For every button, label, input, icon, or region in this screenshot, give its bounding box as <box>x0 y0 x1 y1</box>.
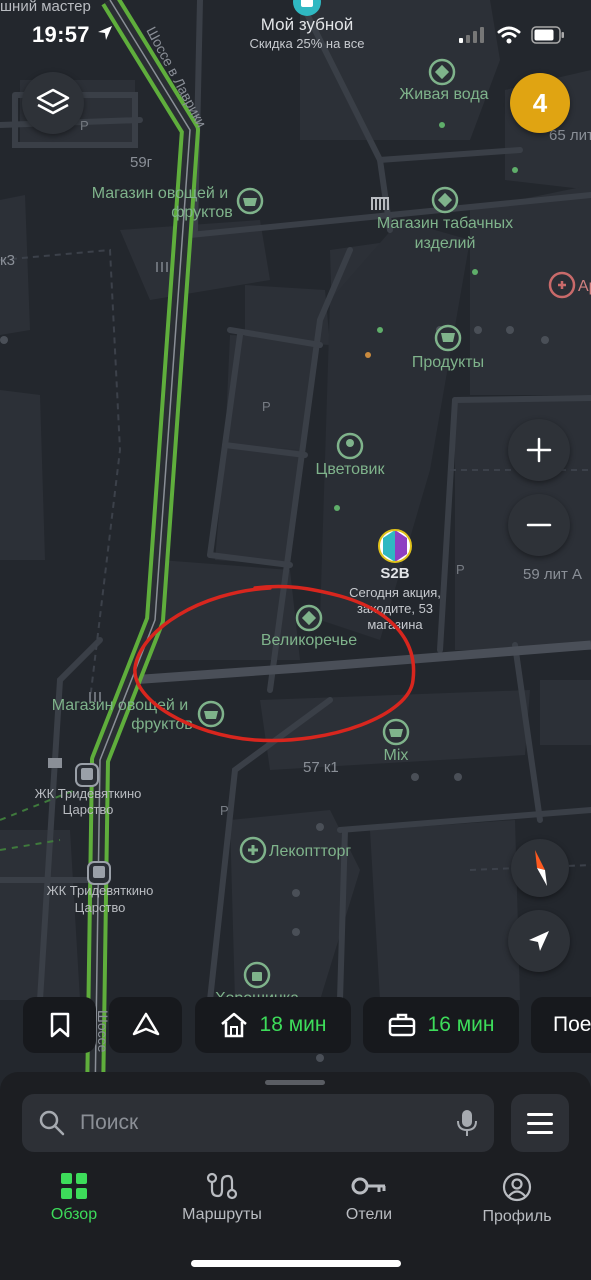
parking-label: P <box>456 562 465 577</box>
tab-profile[interactable]: Профиль <box>457 1172 577 1226</box>
key-icon <box>351 1177 386 1195</box>
basket-icon <box>204 711 218 719</box>
svg-text:фруктов: фруктов <box>131 716 193 733</box>
building-label-k3: к3 <box>0 252 15 269</box>
home-icon <box>220 1012 247 1038</box>
work-route-time: 16 мин <box>427 1013 495 1036</box>
navigation-arrow-icon <box>529 931 549 951</box>
my-location-button[interactable] <box>508 910 570 972</box>
search-field[interactable]: Поиск <box>22 1094 494 1152</box>
tab-overview-label: Обзор <box>50 1206 98 1223</box>
search-placeholder: Поиск <box>80 1111 139 1134</box>
tab-overview[interactable]: Обзор <box>14 1172 134 1224</box>
railway-crossing-icon <box>48 758 62 768</box>
minus-icon <box>526 523 552 527</box>
svg-text:S2B: S2B <box>380 565 409 582</box>
flower-icon <box>346 439 354 447</box>
svg-text:Живая вода: Живая вода <box>399 86 488 103</box>
briefcase-icon <box>388 1013 415 1037</box>
building-label-59g: 59г <box>130 154 153 171</box>
building-label-59a: 59 лит А <box>523 566 582 583</box>
more-chip[interactable]: Пое <box>531 997 591 1053</box>
building-label-57k1: 57 к1 <box>303 759 339 776</box>
parking-label: P <box>220 803 229 818</box>
more-chip-label: Пое <box>553 1013 591 1036</box>
svg-text:Царство: Царство <box>63 802 114 817</box>
home-route-chip[interactable]: 18 мин <box>195 997 351 1053</box>
bookmark-icon <box>50 1012 69 1038</box>
svg-text:Mix: Mix <box>384 747 409 764</box>
tab-hotels[interactable]: Отели <box>309 1172 429 1224</box>
home-indicator <box>191 1260 401 1267</box>
cellular-signal-icon <box>459 27 484 43</box>
zoom-out-button[interactable] <box>508 494 570 556</box>
zoom-in-button[interactable] <box>508 419 570 481</box>
building-label-65: 65 лит <box>549 127 591 144</box>
svg-text:ЖК Тридевяткино: ЖК Тридевяткино <box>35 786 142 801</box>
status-time: 19:57 <box>32 22 90 47</box>
tab-hotels-label: Отели <box>345 1206 393 1223</box>
layers-button[interactable] <box>22 72 84 134</box>
svg-text:Лекоптторг: Лекоптторг <box>269 843 351 860</box>
svg-text:Продукты: Продукты <box>412 354 484 371</box>
compass-button[interactable] <box>511 839 569 897</box>
svg-text:Царство: Царство <box>75 900 126 915</box>
notifications-badge-button[interactable]: 4 <box>510 73 570 133</box>
navigator-chip[interactable] <box>109 997 182 1053</box>
svg-text:Сегодня акция,: Сегодня акция, <box>349 585 441 600</box>
bus-icon <box>81 768 93 780</box>
bus-icon <box>93 866 105 878</box>
sheet-grabber[interactable] <box>265 1080 325 1085</box>
parking-label: P <box>80 118 89 133</box>
search-icon <box>39 1110 65 1136</box>
bottom-tab-bar: Обзор Маршруты Отели Профиль <box>0 1172 591 1232</box>
hamburger-icon <box>527 1112 553 1116</box>
basket-icon <box>389 729 403 737</box>
svg-text:Великоречье: Великоречье <box>261 632 357 649</box>
routes-icon <box>206 1172 238 1200</box>
wifi-icon <box>497 26 521 44</box>
microphone-icon[interactable] <box>456 1109 478 1137</box>
svg-text:Ар: Ар <box>578 278 591 295</box>
bottom-sheet: Поиск Обзор Маршруты Отели Профиль <box>0 1072 591 1280</box>
tab-profile-label: Профиль <box>482 1208 552 1225</box>
svg-text:Магазин овощей и: Магазин овощей и <box>92 185 228 202</box>
status-icons <box>459 26 565 44</box>
parking-label: P <box>262 399 271 414</box>
tab-routes[interactable]: Маршруты <box>162 1172 282 1224</box>
bookmarks-chip[interactable] <box>23 997 96 1053</box>
shopping-bag-icon <box>252 972 262 981</box>
svg-text:Магазин табачных: Магазин табачных <box>377 215 513 232</box>
basket-icon <box>243 198 257 206</box>
map-canvas[interactable]: Шоссе в Лаврики Шоссе 59г 65 лит 59 лит … <box>0 0 591 1100</box>
home-route-time: 18 мин <box>259 1013 327 1036</box>
grid-icon <box>61 1173 87 1199</box>
compass-icon <box>535 850 547 886</box>
navigator-icon <box>132 1012 159 1036</box>
svg-text:изделий: изделий <box>415 235 476 252</box>
layers-icon <box>36 88 70 115</box>
badge-count: 4 <box>532 87 548 118</box>
menu-button[interactable] <box>511 1094 569 1152</box>
profile-icon <box>502 1172 532 1202</box>
location-arrow-icon <box>98 26 112 40</box>
plus-icon <box>526 437 552 463</box>
svg-text:ЖК Тридевяткино: ЖК Тридевяткино <box>47 883 154 898</box>
svg-text:фруктов: фруктов <box>171 204 233 221</box>
work-route-chip[interactable]: 16 мин <box>363 997 519 1053</box>
quick-actions-row: 18 мин 16 мин Пое <box>0 997 591 1055</box>
battery-icon <box>531 26 564 44</box>
status-bar: 19:57 <box>0 0 591 60</box>
cart-icon <box>441 333 455 342</box>
svg-text:Цветовик: Цветовик <box>315 461 385 478</box>
tab-routes-label: Маршруты <box>182 1206 262 1223</box>
